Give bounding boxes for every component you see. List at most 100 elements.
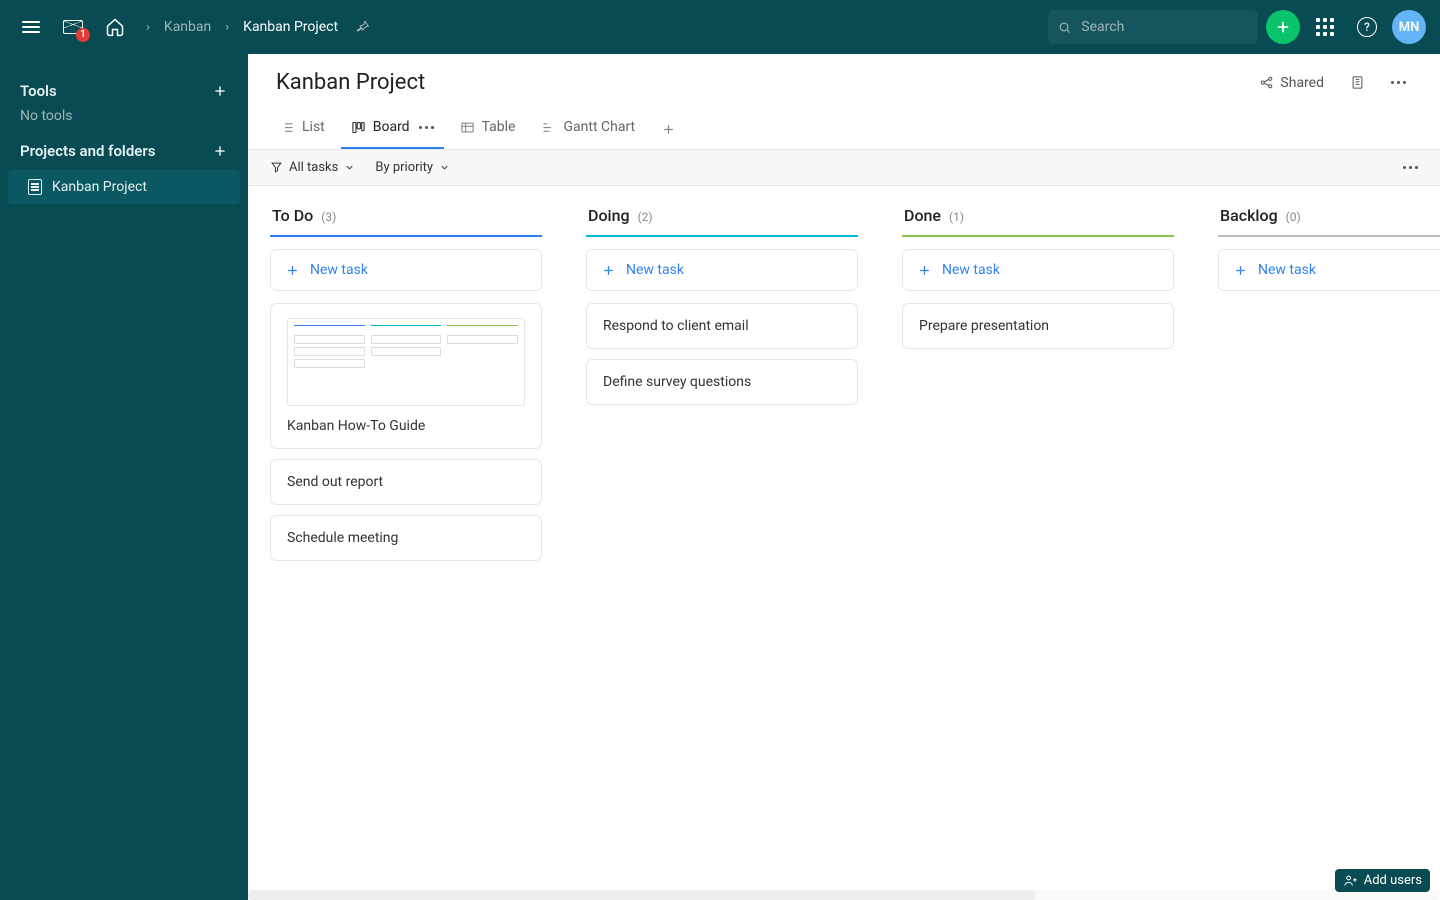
- create-button[interactable]: [1266, 10, 1300, 44]
- task-card[interactable]: Prepare presentation: [902, 303, 1174, 349]
- shared-button[interactable]: Shared: [1253, 71, 1330, 95]
- card-title: Prepare presentation: [919, 318, 1157, 334]
- add-view-button[interactable]: [651, 112, 686, 147]
- column-todo: To Do (3) New task Kanban How-To Guide Send …: [270, 206, 542, 571]
- sidebar-tools-empty: No tools: [20, 108, 228, 124]
- breadcrumb-sep: ›: [225, 20, 229, 35]
- apps-button[interactable]: [1308, 10, 1342, 44]
- breadcrumb-current[interactable]: Kanban Project: [243, 19, 338, 35]
- tab-table[interactable]: Table: [450, 109, 526, 149]
- panel-icon: [1350, 74, 1365, 91]
- column-done: Done (1) New task Prepare presentation: [902, 206, 1174, 359]
- column-title: To Do: [272, 206, 313, 225]
- new-task-label: New task: [626, 262, 684, 278]
- table-icon: [460, 120, 475, 135]
- filter-sort[interactable]: By priority: [375, 160, 450, 175]
- filter-icon: [270, 161, 283, 174]
- search-icon: [1058, 20, 1071, 35]
- help-icon: ?: [1357, 17, 1377, 37]
- column-backlog: Backlog (0) New task: [1218, 206, 1440, 303]
- add-tool-button[interactable]: [212, 83, 228, 99]
- column-header[interactable]: To Do (3): [270, 206, 542, 237]
- new-task-button[interactable]: New task: [586, 249, 858, 291]
- task-card[interactable]: Kanban How-To Guide: [270, 303, 542, 449]
- filter-more-button[interactable]: [1403, 166, 1418, 169]
- task-card[interactable]: Define survey questions: [586, 359, 858, 405]
- column-title: Backlog: [1220, 206, 1278, 225]
- menu-button[interactable]: [14, 10, 48, 44]
- column-count: (2): [638, 210, 653, 224]
- column-header[interactable]: Done (1): [902, 206, 1174, 237]
- gantt-icon: [541, 120, 556, 135]
- column-count: (0): [1286, 210, 1301, 224]
- column-doing: Doing (2) New task Respond to client email D…: [586, 206, 858, 415]
- help-button[interactable]: ?: [1350, 10, 1384, 44]
- plus-icon: [285, 263, 300, 278]
- card-title: Send out report: [287, 474, 525, 490]
- hamburger-icon: [22, 21, 40, 33]
- page-title: Kanban Project: [276, 70, 1239, 95]
- topbar: 1 › Kanban › Kanban Project ? MN: [0, 0, 1440, 54]
- card-thumbnail: [287, 318, 525, 406]
- task-card[interactable]: Send out report: [270, 459, 542, 505]
- breadcrumb-parent[interactable]: Kanban: [164, 19, 211, 35]
- view-tabs: List Board Table Gantt Chart: [248, 109, 1440, 150]
- task-card[interactable]: Schedule meeting: [270, 515, 542, 561]
- sidebar-item-kanban-project[interactable]: Kanban Project: [8, 170, 240, 204]
- sidebar-item-label: Kanban Project: [52, 179, 147, 195]
- column-header[interactable]: Backlog (0): [1218, 206, 1440, 237]
- plus-icon: [601, 263, 616, 278]
- chevron-down-icon: [344, 162, 355, 173]
- card-title: Respond to client email: [603, 318, 841, 334]
- board-icon: [351, 120, 366, 135]
- dots-icon: [1391, 81, 1406, 84]
- user-avatar[interactable]: MN: [1392, 10, 1426, 44]
- chevron-down-icon: [439, 162, 450, 173]
- card-title: Define survey questions: [603, 374, 841, 390]
- new-task-label: New task: [1258, 262, 1316, 278]
- card-title: Schedule meeting: [287, 530, 525, 546]
- card-title: Kanban How-To Guide: [287, 418, 525, 434]
- tab-gantt[interactable]: Gantt Chart: [531, 109, 645, 149]
- column-header[interactable]: Doing (2): [586, 206, 858, 237]
- filter-all-tasks[interactable]: All tasks: [270, 160, 355, 175]
- pin-button[interactable]: [354, 19, 370, 35]
- column-title: Done: [904, 206, 941, 225]
- column-title: Doing: [588, 206, 630, 225]
- new-task-button[interactable]: New task: [1218, 249, 1440, 291]
- project-icon: [28, 179, 42, 195]
- plus-icon: [1274, 18, 1292, 36]
- plus-icon: [1233, 263, 1248, 278]
- add-users-button[interactable]: Add users: [1335, 869, 1430, 892]
- plus-icon: [212, 143, 228, 159]
- tab-board[interactable]: Board: [341, 109, 444, 149]
- content-area: Kanban Project Shared List Board: [248, 54, 1440, 900]
- filter-bar: All tasks By priority: [248, 150, 1440, 186]
- breadcrumb-sep: ›: [146, 20, 150, 35]
- plus-icon: [661, 122, 676, 137]
- sidebar-tools-header: Tools: [20, 82, 57, 100]
- new-task-label: New task: [942, 262, 1000, 278]
- home-icon: [105, 17, 125, 37]
- plus-icon: [917, 263, 932, 278]
- add-project-button[interactable]: [212, 143, 228, 159]
- tab-list[interactable]: List: [270, 109, 335, 149]
- search-box[interactable]: [1048, 10, 1258, 44]
- task-card[interactable]: Respond to client email: [586, 303, 858, 349]
- home-button[interactable]: [98, 10, 132, 44]
- kanban-board: To Do (3) New task Kanban How-To Guide Send …: [248, 186, 1440, 900]
- column-count: (1): [949, 210, 964, 224]
- inbox-badge: 1: [76, 28, 90, 42]
- sidebar-projects-header: Projects and folders: [20, 142, 155, 160]
- apps-icon: [1316, 18, 1334, 36]
- search-input[interactable]: [1079, 18, 1248, 36]
- list-icon: [280, 120, 295, 135]
- panel-button[interactable]: [1344, 70, 1371, 95]
- column-count: (3): [321, 210, 336, 224]
- inbox-button[interactable]: 1: [56, 10, 90, 44]
- new-task-button[interactable]: New task: [902, 249, 1174, 291]
- more-button[interactable]: [1385, 77, 1412, 88]
- new-task-button[interactable]: New task: [270, 249, 542, 291]
- pin-icon: [354, 19, 370, 35]
- tab-board-more[interactable]: [419, 126, 434, 129]
